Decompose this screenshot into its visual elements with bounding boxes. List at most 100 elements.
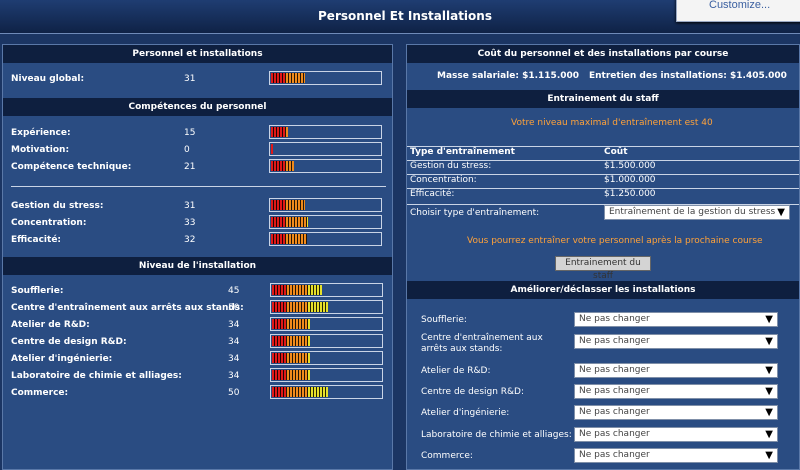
section-header-upgrade-facilities: Améliorer/déclasser les installations bbox=[407, 281, 799, 299]
upgrade-select[interactable]: Ne pas changer ▼ bbox=[574, 312, 778, 327]
facility-bar bbox=[270, 351, 383, 365]
upgrade-select[interactable]: Ne pas changer ▼ bbox=[574, 448, 778, 463]
upgrade-select[interactable]: Ne pas changer ▼ bbox=[574, 334, 778, 349]
training-type: Concentration: bbox=[410, 175, 477, 185]
skill-label: Efficacité: bbox=[11, 235, 62, 245]
facility-value: 34 bbox=[228, 354, 240, 364]
training-type-select[interactable]: Entraînement de la gestion du stress ▼ bbox=[604, 205, 790, 220]
next-race-message: Vous pourrez entraîner votre personnel a… bbox=[467, 236, 763, 246]
skill-bar bbox=[269, 125, 382, 139]
facility-bar-fill bbox=[272, 285, 322, 295]
chevron-down-icon[interactable]: ▼ bbox=[765, 406, 773, 419]
facility-label: Laboratoire de chimie et alliages: bbox=[11, 371, 182, 381]
facility-bar-fill bbox=[272, 370, 310, 380]
upgrade-select[interactable]: Ne pas changer ▼ bbox=[574, 384, 778, 399]
facility-value: 34 bbox=[228, 320, 240, 330]
skill-bar bbox=[269, 159, 382, 173]
facility-value: 45 bbox=[228, 286, 240, 296]
max-training-level-message: Votre niveau maximal d'entraînement est … bbox=[511, 118, 713, 128]
upgrade-label: Soufflerie: bbox=[421, 315, 467, 325]
upgrade-label: Commerce: bbox=[421, 451, 473, 461]
skill-value: 21 bbox=[184, 162, 196, 172]
facility-bar-fill bbox=[272, 302, 328, 312]
skill-label: Expérience: bbox=[11, 128, 71, 138]
upgrade-value: Ne pas changer bbox=[579, 365, 650, 375]
chevron-down-icon[interactable]: ▼ bbox=[765, 364, 773, 377]
chevron-down-icon[interactable]: ▼ bbox=[765, 428, 773, 441]
chevron-down-icon[interactable]: ▼ bbox=[777, 206, 785, 219]
table-row: Concentration: $1.000.000 bbox=[407, 174, 799, 188]
skill-bar bbox=[269, 215, 382, 229]
customize-popup[interactable]: Customize... bbox=[676, 0, 800, 22]
upgrade-value: Ne pas changer bbox=[579, 429, 650, 439]
overall-level-bar bbox=[269, 71, 382, 85]
facility-label: Centre d'entraînement aux arrêts aux sta… bbox=[11, 303, 244, 313]
upgrade-label: Centre d'entraînement aux arrêts aux sta… bbox=[421, 333, 543, 354]
maintenance-text: Entretien des installations: $1.405.000 bbox=[589, 71, 787, 81]
skill-label: Concentration: bbox=[11, 218, 87, 228]
facility-bar-fill bbox=[272, 336, 310, 346]
chevron-down-icon[interactable]: ▼ bbox=[765, 449, 773, 462]
facility-value: 34 bbox=[228, 337, 240, 347]
upgrade-select[interactable]: Ne pas changer ▼ bbox=[574, 363, 778, 378]
customize-label[interactable]: Customize... bbox=[709, 0, 770, 11]
facility-bar bbox=[270, 385, 383, 399]
facility-bar-fill bbox=[272, 353, 310, 363]
staff-facilities-panel: Personnel et installations Niveau global… bbox=[2, 44, 393, 470]
facility-value: 50 bbox=[228, 388, 240, 398]
skill-bar-fill bbox=[271, 217, 308, 227]
facility-label: Soufflerie: bbox=[11, 286, 64, 296]
train-staff-button[interactable]: Entrainement du staff bbox=[555, 256, 651, 281]
facility-label: Commerce: bbox=[11, 388, 69, 398]
skill-value: 15 bbox=[184, 128, 196, 138]
training-type-value: Entraînement de la gestion du stress bbox=[609, 207, 776, 217]
chevron-down-icon[interactable]: ▼ bbox=[765, 335, 773, 348]
skill-bar-fill bbox=[271, 161, 294, 171]
training-table-header: Type d'entraînement Coût bbox=[407, 146, 799, 160]
table-row: Efficacité: $1.250.000 bbox=[407, 188, 799, 202]
col-cost: Coût bbox=[604, 147, 628, 157]
salary-text: Masse salariale: $1.115.000 bbox=[437, 71, 580, 81]
skill-value: 0 bbox=[184, 145, 190, 155]
chevron-down-icon[interactable]: ▼ bbox=[765, 313, 773, 326]
skill-bar-fill bbox=[271, 144, 273, 154]
facility-bar bbox=[270, 283, 383, 297]
section-header-staff-skills: Compétences du personnel bbox=[3, 98, 392, 116]
costs-training-panel: Coût du personnel et des installations p… bbox=[406, 44, 800, 470]
section-header-staff-facilities: Personnel et installations bbox=[3, 45, 392, 63]
skill-value: 32 bbox=[184, 235, 196, 245]
training-cost: $1.000.000 bbox=[604, 175, 656, 185]
skill-bar bbox=[269, 142, 382, 156]
upgrade-label: Atelier d'ingénierie: bbox=[421, 408, 510, 418]
section-header-staff-training: Entrainement du staff bbox=[407, 90, 799, 108]
upgrade-select[interactable]: Ne pas changer ▼ bbox=[574, 405, 778, 420]
skill-value: 33 bbox=[184, 218, 196, 228]
facility-bar-fill bbox=[272, 319, 310, 329]
upgrade-value: Ne pas changer bbox=[579, 450, 650, 460]
facility-label: Atelier d'ingénierie: bbox=[11, 354, 113, 364]
choose-training-label: Choisir type d'entraînement: bbox=[410, 208, 540, 218]
upgrade-label: Laboratoire de chimie et alliages: bbox=[421, 430, 572, 440]
training-cost: $1.500.000 bbox=[604, 161, 656, 171]
facility-label: Atelier de R&D: bbox=[11, 320, 90, 330]
skill-bar bbox=[269, 232, 382, 246]
facility-value: 34 bbox=[228, 371, 240, 381]
upgrade-select[interactable]: Ne pas changer ▼ bbox=[574, 427, 778, 442]
overall-level-label: Niveau global: bbox=[11, 74, 85, 84]
overall-level-fill bbox=[271, 73, 305, 83]
training-cost: $1.250.000 bbox=[604, 189, 656, 199]
skill-value: 31 bbox=[184, 201, 196, 211]
section-header-facility-level: Niveau de l'installation bbox=[3, 257, 392, 275]
skill-label: Gestion du stress: bbox=[11, 201, 104, 211]
col-training-type: Type d'entraînement bbox=[410, 147, 515, 157]
upgrade-label: Centre de design R&D: bbox=[421, 387, 525, 397]
training-type: Efficacité: bbox=[410, 189, 455, 199]
skill-bar-fill bbox=[271, 234, 307, 244]
upgrade-value: Ne pas changer bbox=[579, 336, 650, 346]
upgrade-value: Ne pas changer bbox=[579, 386, 650, 396]
training-type: Gestion du stress: bbox=[410, 161, 492, 171]
chevron-down-icon[interactable]: ▼ bbox=[765, 385, 773, 398]
facility-bar bbox=[270, 300, 383, 314]
facility-label: Centre de design R&D: bbox=[11, 337, 127, 347]
overall-level-value: 31 bbox=[184, 74, 196, 84]
